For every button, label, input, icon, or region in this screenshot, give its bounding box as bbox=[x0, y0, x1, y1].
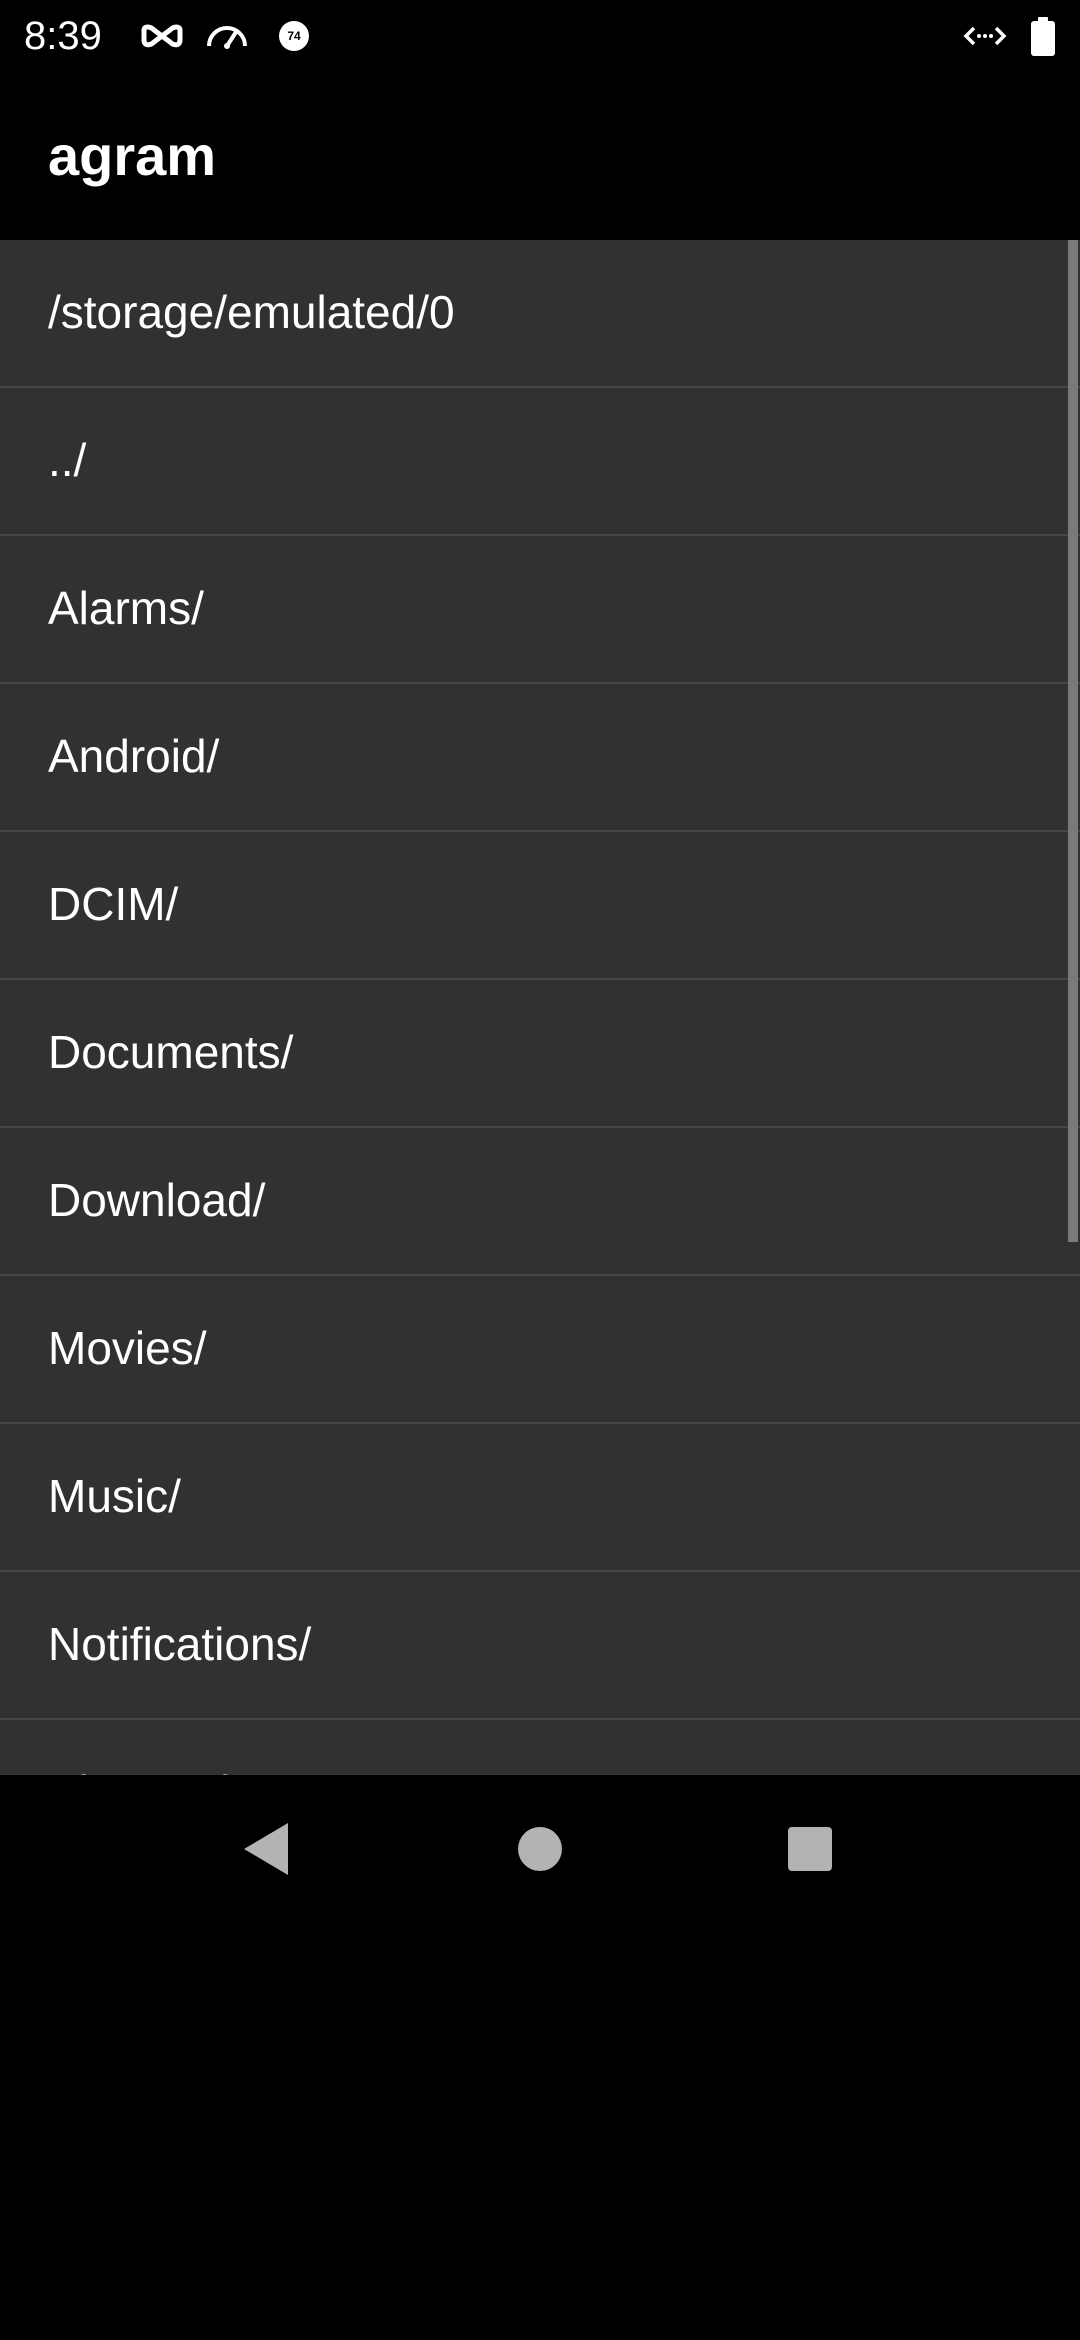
list-item-label: Android/ bbox=[48, 730, 220, 782]
list-item-label: ../ bbox=[48, 434, 87, 486]
back-icon[interactable] bbox=[228, 1809, 308, 1889]
list-item-music[interactable]: Music/ bbox=[0, 1424, 1080, 1572]
list-item-parent-dir[interactable]: ../ bbox=[0, 388, 1080, 536]
list-item-label: /storage/emulated/0 bbox=[48, 286, 455, 338]
list-item-label: Pictures/ bbox=[48, 1764, 227, 1775]
scrollbar[interactable] bbox=[1068, 240, 1078, 1242]
screen: 8:39 74 agram /storage/emulated/0 ../ Al… bbox=[0, 0, 1080, 2340]
code-arrows-icon bbox=[963, 26, 1007, 46]
home-icon[interactable] bbox=[500, 1809, 580, 1889]
status-bar: 8:39 74 bbox=[0, 0, 1080, 72]
directory-list[interactable]: /storage/emulated/0 ../ Alarms/ Android/… bbox=[0, 240, 1080, 1775]
app-bar: agram bbox=[0, 72, 1080, 240]
list-item-dcim[interactable]: DCIM/ bbox=[0, 832, 1080, 980]
badge-number: 74 bbox=[287, 29, 301, 43]
speedometer-icon bbox=[207, 26, 247, 49]
list-item-current-path[interactable]: /storage/emulated/0 bbox=[0, 240, 1080, 388]
status-time: 8:39 bbox=[24, 14, 102, 58]
list-item-label: Alarms/ bbox=[48, 582, 204, 634]
list-item-documents[interactable]: Documents/ bbox=[0, 980, 1080, 1128]
list-item-label: DCIM/ bbox=[48, 878, 179, 930]
list-item-label: Download/ bbox=[48, 1174, 266, 1226]
list-item-label: Music/ bbox=[48, 1470, 181, 1522]
list-item-label: Movies/ bbox=[48, 1322, 207, 1374]
list-item-label: Documents/ bbox=[48, 1026, 294, 1078]
recents-icon[interactable] bbox=[770, 1809, 850, 1889]
nav-bar bbox=[0, 1775, 1080, 1920]
mask-icon bbox=[141, 24, 183, 48]
badge-74-icon: 74 bbox=[279, 21, 309, 51]
battery-icon bbox=[1031, 17, 1055, 56]
list-item-label: Notifications/ bbox=[48, 1618, 312, 1670]
list-item-android[interactable]: Android/ bbox=[0, 684, 1080, 832]
list-item-notifications[interactable]: Notifications/ bbox=[0, 1572, 1080, 1720]
list-item-alarms[interactable]: Alarms/ bbox=[0, 536, 1080, 684]
list-item-movies[interactable]: Movies/ bbox=[0, 1276, 1080, 1424]
app-title: agram bbox=[48, 124, 217, 187]
list-item-pictures[interactable]: Pictures/ bbox=[0, 1720, 1080, 1775]
list-item-download[interactable]: Download/ bbox=[0, 1128, 1080, 1276]
